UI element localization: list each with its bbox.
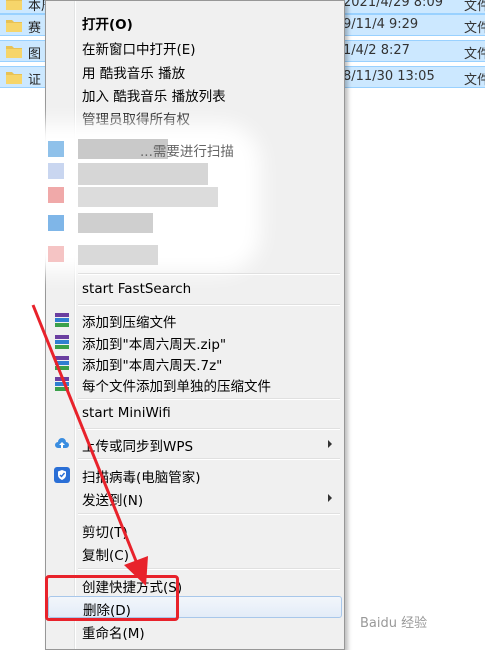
watermark: Baidu 经验: [360, 616, 428, 631]
highlight-box: [45, 575, 179, 621]
annotation-arrow: [31, 304, 148, 586]
